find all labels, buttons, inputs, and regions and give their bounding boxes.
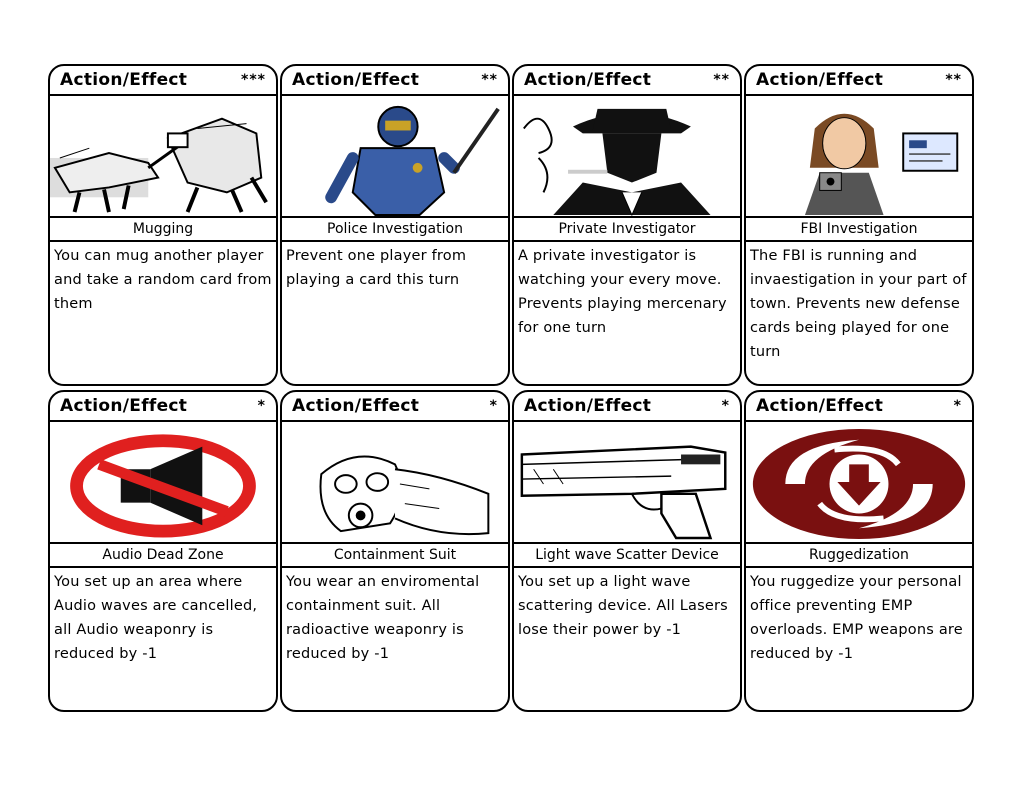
- card-rank: **: [481, 72, 498, 88]
- card-description: Prevent one player from playing a card t…: [286, 248, 467, 288]
- card-type-label: Action/Effect: [60, 396, 188, 416]
- card-name: Ruggedization: [746, 542, 972, 568]
- card-fbi-investigation[interactable]: Action/Effect ** FBI Investigation The F…: [744, 64, 974, 386]
- laser-gun-icon: [520, 445, 727, 540]
- card-description: You can mug another player and take a ra…: [54, 248, 272, 312]
- card-type-label: Action/Effect: [524, 396, 652, 416]
- card-rank: *: [721, 398, 730, 414]
- card-containment-suit[interactable]: Action/Effect * Containment Suit You wea…: [280, 390, 510, 712]
- card-description: The FBI is running and invaestigation in…: [750, 248, 967, 360]
- no-audio-icon: [50, 424, 276, 542]
- card-rank: *: [953, 398, 962, 414]
- card-name: Audio Dead Zone: [50, 542, 276, 568]
- detective-icon: [523, 108, 711, 216]
- card-header: Action/Effect *: [50, 392, 276, 422]
- card-description: You set up an area where Audio waves are…: [54, 574, 258, 662]
- card-rank: *: [489, 398, 498, 414]
- card-header: Action/Effect ***: [50, 66, 276, 96]
- card-police-investigation[interactable]: Action/Effect ** Police Investigation Pr…: [280, 64, 510, 386]
- no-audio-sign-icon: [70, 434, 256, 538]
- card-audio-dead-zone[interactable]: Action/Effect * Audio Dead Zone You set …: [48, 390, 278, 712]
- emp-shield-icon: [746, 424, 972, 542]
- gas-mask-icon: [319, 455, 490, 536]
- card-header: Action/Effect **: [282, 66, 508, 96]
- card-description: You set up a light wave scattering devic…: [518, 574, 728, 638]
- card-private-investigator[interactable]: Action/Effect ** Private Investigator A …: [512, 64, 742, 386]
- card-type-label: Action/Effect: [524, 70, 652, 90]
- card-header: Action/Effect **: [514, 66, 740, 96]
- card-type-label: Action/Effect: [756, 70, 884, 90]
- card-name: Containment Suit: [282, 542, 508, 568]
- card-rank: ***: [241, 72, 266, 88]
- fbi-agent-icon: [804, 113, 959, 215]
- card-type-label: Action/Effect: [292, 70, 420, 90]
- card-name: Police Investigation: [282, 216, 508, 242]
- card-rank: **: [945, 72, 962, 88]
- card-name: FBI Investigation: [746, 216, 972, 242]
- card-description: You ruggedize your personal office preve…: [750, 574, 963, 662]
- card-header: Action/Effect *: [514, 392, 740, 422]
- card-name: Mugging: [50, 216, 276, 242]
- card-rank: **: [713, 72, 730, 88]
- laser-gun-illustration: [514, 424, 740, 542]
- card-header: Action/Effect **: [746, 66, 972, 96]
- card-header: Action/Effect *: [282, 392, 508, 422]
- fbi-agent-illustration: [746, 98, 972, 216]
- armored-police-icon: [325, 105, 500, 216]
- card-type-label: Action/Effect: [756, 396, 884, 416]
- card-mugging[interactable]: Action/Effect *** Mugging You can mug an…: [48, 64, 278, 386]
- card-name: Light wave Scatter Device: [514, 542, 740, 568]
- card-type-label: Action/Effect: [60, 70, 188, 90]
- emp-shield-symbol-icon: [752, 428, 966, 540]
- detective-illustration: [514, 98, 740, 216]
- mugging-illustration: [50, 98, 276, 216]
- armored-police-illustration: [282, 98, 508, 216]
- gas-mask-illustration: [282, 424, 508, 542]
- card-name: Private Investigator: [514, 216, 740, 242]
- card-rank: *: [257, 398, 266, 414]
- card-header: Action/Effect *: [746, 392, 972, 422]
- card-description: You wear an enviromental containment sui…: [286, 574, 480, 662]
- card-ruggedization[interactable]: Action/Effect * Ruggedization You rugged…: [744, 390, 974, 712]
- mugging-illustration-icon: [50, 117, 268, 213]
- card-light-wave-scatter-device[interactable]: Action/Effect * Light wave Scatter Devic…: [512, 390, 742, 712]
- card-type-label: Action/Effect: [292, 396, 420, 416]
- card-description: A private investigator is watching your …: [518, 248, 727, 336]
